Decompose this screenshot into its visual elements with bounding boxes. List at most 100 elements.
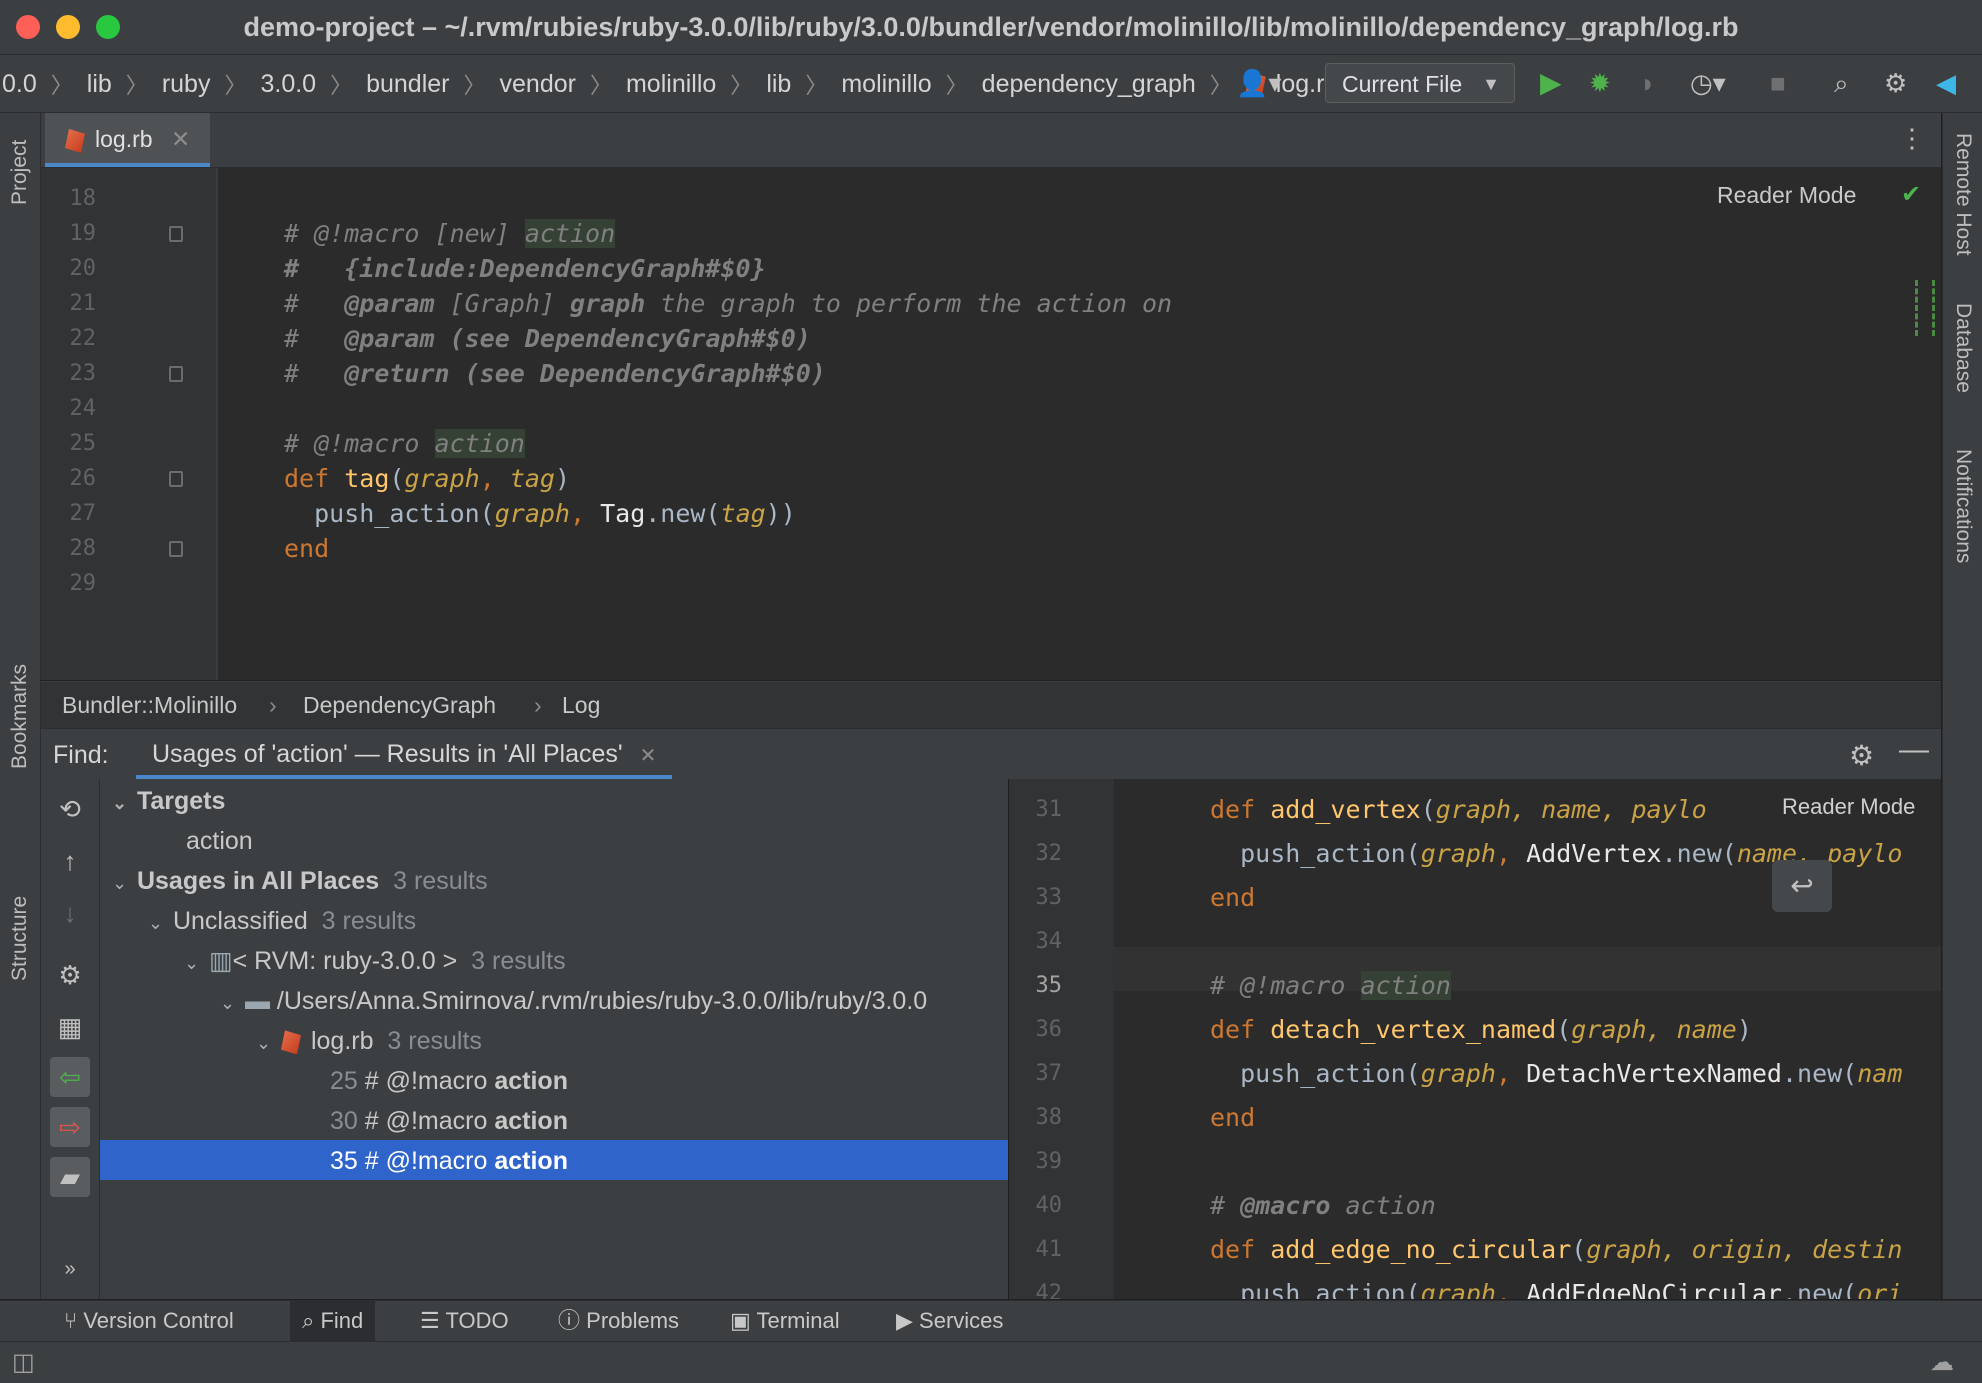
code-line-35: # @!macro action xyxy=(1210,971,1451,1000)
remote-host-tool-button[interactable]: Remote Host xyxy=(1951,133,1975,256)
fold-marker-icon[interactable] xyxy=(169,226,183,242)
group-icon[interactable]: ▦ xyxy=(50,1007,90,1047)
window-title: demo-project – ~/.rvm/rubies/ruby-3.0.0/… xyxy=(243,12,1739,42)
line-number: 25 xyxy=(69,431,97,456)
reader-mode-toggle[interactable]: Reader Mode xyxy=(1776,794,1922,820)
crumb[interactable]: molinillo xyxy=(626,70,716,99)
code-line-26: def tag(graph, tag) xyxy=(284,464,571,493)
crumb[interactable]: 0.0 xyxy=(2,70,37,99)
run-icon[interactable]: ▶ xyxy=(1540,69,1562,97)
crumb[interactable]: bundler xyxy=(366,70,449,99)
find-tab-label: Usages of 'action' — Results in 'All Pla… xyxy=(152,740,623,768)
code-with-me-icon[interactable]: ◀ xyxy=(1936,69,1956,97)
code-line-21: # @param [Graph] graph the graph to perf… xyxy=(284,289,1173,318)
tree-node-target-action[interactable]: action xyxy=(186,824,253,858)
rerun-icon[interactable]: ⟲ xyxy=(50,789,90,829)
soft-wrap-icon[interactable]: ↩ xyxy=(1772,860,1832,912)
usages-tree[interactable]: ⌄ Targets action ⌄ Usages in All Places … xyxy=(100,779,1008,1299)
search-icon[interactable]: ⌕ xyxy=(1834,69,1849,97)
crumb[interactable]: lib xyxy=(87,70,112,99)
project-tool-button[interactable]: Project xyxy=(8,140,32,205)
line-number: 42 xyxy=(1035,1281,1063,1299)
run-configuration-select[interactable]: Current File ▼ xyxy=(1325,63,1515,103)
database-tool-button[interactable]: Database xyxy=(1951,303,1975,393)
tree-node-unclassified[interactable]: ⌄ Unclassified 3 results xyxy=(148,904,416,938)
close-tab-icon[interactable]: ✕ xyxy=(640,745,657,767)
code-editor[interactable]: 18 19 20 21 22 23 24 25 26 27 28 29 # @!… xyxy=(41,168,1941,680)
tab-terminal[interactable]: ▣ Terminal xyxy=(718,1301,852,1341)
tree-node-targets[interactable]: ⌄ Targets xyxy=(112,784,225,818)
settings-icon[interactable]: ⚙ xyxy=(50,955,90,995)
tree-node-path[interactable]: ⌄ ▬ /Users/Anna.Smirnova/.rvm/rubies/rub… xyxy=(220,984,927,1018)
crumb-class[interactable]: Log xyxy=(562,692,600,719)
crumb[interactable]: lib xyxy=(766,70,791,99)
folder-filter-icon[interactable]: ▰ xyxy=(50,1157,90,1197)
fold-marker-icon[interactable] xyxy=(169,541,183,557)
layout-icon[interactable]: ◫ xyxy=(12,1348,35,1377)
previous-occurrence-icon[interactable]: ↑ xyxy=(50,841,90,881)
ruby-file-icon xyxy=(280,1030,301,1055)
list-icon: ☰ xyxy=(420,1308,440,1333)
folder-icon: ▬ xyxy=(244,987,270,1015)
ruby-file-icon xyxy=(65,128,85,153)
bookmarks-tool-button[interactable]: Bookmarks xyxy=(8,664,32,769)
tab-log-rb[interactable]: log.rb ✕ xyxy=(45,113,211,167)
stop-icon[interactable]: ■ xyxy=(1770,69,1786,97)
tab-services[interactable]: ▶ Services xyxy=(884,1301,1015,1341)
import-icon[interactable]: ⇦ xyxy=(50,1057,90,1097)
crumb-module[interactable]: Bundler::Molinillo xyxy=(62,692,237,719)
crumb[interactable]: 3.0.0 xyxy=(260,70,316,99)
crumb[interactable]: ruby xyxy=(162,70,211,99)
crumb[interactable]: dependency_graph xyxy=(982,70,1196,99)
tab-problems[interactable]: ⓘ Problems xyxy=(546,1301,691,1341)
line-number: 24 xyxy=(69,396,97,421)
crumb-class[interactable]: DependencyGraph xyxy=(303,692,496,719)
crumb-separator: › xyxy=(534,692,542,718)
settings-icon[interactable]: ⚙ xyxy=(1884,69,1907,97)
line-number: 37 xyxy=(1035,1061,1063,1086)
user-icon[interactable]: 👤▾ xyxy=(1236,69,1281,97)
tree-node-file[interactable]: ⌄ log.rb 3 results xyxy=(256,1024,482,1058)
notifications-tool-button[interactable]: Notifications xyxy=(1951,449,1975,563)
code-line-38: end xyxy=(1210,1103,1256,1132)
tree-node-rvm[interactable]: ⌄ ▥< RVM: ruby-3.0.0 > 3 results xyxy=(184,944,566,978)
tab-version-control[interactable]: ⑂ Version Control xyxy=(52,1301,246,1341)
profile-icon[interactable]: ◷▾ xyxy=(1690,69,1726,97)
line-number: 34 xyxy=(1035,929,1063,954)
tree-result-row[interactable]: 25 # @!macro action xyxy=(330,1064,568,1098)
line-number: 19 xyxy=(69,221,97,246)
line-number: 31 xyxy=(1035,797,1063,822)
close-tab-icon[interactable]: ✕ xyxy=(171,126,190,152)
line-number: 35 xyxy=(1035,973,1063,998)
fold-marker-icon[interactable] xyxy=(169,471,183,487)
more-tools-icon[interactable]: » xyxy=(50,1249,90,1289)
structure-tool-button[interactable]: Structure xyxy=(8,896,32,981)
code-line-20: # {include:DependencyGraph#$0} xyxy=(284,254,766,283)
hide-panel-icon[interactable]: — xyxy=(1899,733,1929,767)
code-line-42: push_action(graph, AddEdgeNoCircular.new… xyxy=(1210,1279,1903,1299)
crumb[interactable]: molinillo xyxy=(841,70,931,99)
fold-marker-icon[interactable] xyxy=(169,366,183,382)
line-number: 26 xyxy=(69,466,97,491)
next-occurrence-icon[interactable]: ↓ xyxy=(50,893,90,933)
more-icon[interactable]: ⋮ xyxy=(1899,123,1925,154)
tree-result-row[interactable]: 30 # @!macro action xyxy=(330,1104,568,1138)
ide-status-icon[interactable]: ☁ xyxy=(1930,1348,1954,1377)
settings-icon[interactable]: ⚙ xyxy=(1849,739,1874,772)
line-number: 21 xyxy=(69,291,97,316)
code-line-41: def add_edge_no_circular(graph, origin, … xyxy=(1210,1235,1903,1264)
tree-result-row-selected[interactable]: 35 # @!macro action xyxy=(330,1144,568,1178)
code-line-33: end xyxy=(1210,883,1256,912)
tab-find[interactable]: ⌕ Find xyxy=(290,1301,376,1341)
reader-mode-toggle[interactable]: Reader Mode xyxy=(1717,182,1856,209)
usage-preview[interactable]: 31 32 33 34 35 36 37 38 39 40 41 42 def … xyxy=(1009,779,1941,1299)
debug-icon[interactable]: ✹ xyxy=(1589,69,1611,97)
tree-node-usages[interactable]: ⌄ Usages in All Places 3 results xyxy=(112,864,488,898)
coverage-icon[interactable]: ◗ xyxy=(1640,69,1656,97)
crumb[interactable]: vendor xyxy=(500,70,576,99)
no-problems-check-icon[interactable]: ✔ xyxy=(1901,180,1921,209)
code-line-27: push_action(graph, Tag.new(tag)) xyxy=(284,499,796,528)
export-icon[interactable]: ⇨ xyxy=(50,1107,90,1147)
tab-find-results[interactable]: Usages of 'action' — Results in 'All Pla… xyxy=(136,729,673,779)
tab-todo[interactable]: ☰ TODO xyxy=(408,1301,521,1341)
